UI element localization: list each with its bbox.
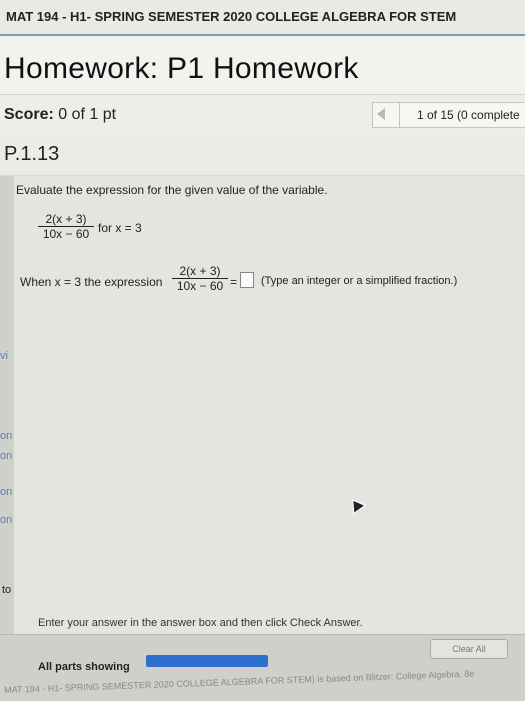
- side-fragment: to: [2, 584, 12, 596]
- expression-fraction: 2(x + 3) 10x − 60: [38, 212, 94, 241]
- navigator-divider: [399, 103, 400, 127]
- previous-question-icon[interactable]: [377, 108, 385, 120]
- all-parts-showing-label: All parts showing: [38, 661, 130, 673]
- side-fragment[interactable]: on: [0, 486, 12, 498]
- side-fragment[interactable]: on: [0, 450, 12, 462]
- answer-hint: (Type an integer or a simplified fractio…: [261, 275, 458, 287]
- side-fragment: vi: [0, 350, 8, 362]
- score-bar: Score: 0 of 1 pt 1 of 15 (0 complete: [0, 94, 525, 136]
- variable-value-text: for x = 3: [98, 221, 142, 235]
- side-fragment[interactable]: on: [0, 430, 12, 442]
- homework-header: Homework: P1 Homework: [0, 36, 525, 94]
- side-fragment[interactable]: on: [0, 514, 12, 526]
- fraction-denominator: 10x − 60: [42, 227, 90, 241]
- fraction-denominator: 10x − 60: [176, 279, 224, 293]
- answer-expression-fraction: 2(x + 3) 10x − 60: [172, 264, 228, 293]
- question-navigator: 1 of 15 (0 complete: [372, 102, 525, 128]
- equals-sign: =: [230, 275, 238, 289]
- fraction-numerator: 2(x + 3): [172, 264, 228, 279]
- question-progress-text: 1 of 15 (0 complete: [417, 108, 520, 122]
- fraction-numerator: 2(x + 3): [38, 212, 94, 227]
- score-display: Score: 0 of 1 pt: [4, 106, 116, 124]
- course-header-bar: MAT 194 - H1- SPRING SEMESTER 2020 COLLE…: [0, 0, 525, 36]
- answer-instruction: Enter your answer in the answer box and …: [38, 617, 363, 629]
- question-number: P.1.13: [4, 143, 60, 165]
- footer-bar: All parts showing Clear All MAT 194 - H1…: [0, 634, 525, 701]
- question-number-bar: P.1.13: [0, 135, 525, 175]
- question-prompt: Evaluate the expression for the given va…: [16, 183, 328, 197]
- clear-all-button[interactable]: Clear All: [430, 639, 508, 659]
- score-value: 0 of 1 pt: [58, 106, 117, 123]
- course-title: MAT 194 - H1- SPRING SEMESTER 2020 COLLE…: [6, 9, 457, 24]
- progress-bar: [146, 655, 268, 667]
- answer-input[interactable]: [240, 272, 254, 288]
- homework-title: Homework: P1 Homework: [4, 52, 359, 85]
- answer-lead-text: When x = 3 the expression: [20, 275, 163, 289]
- score-label: Score:: [4, 106, 54, 123]
